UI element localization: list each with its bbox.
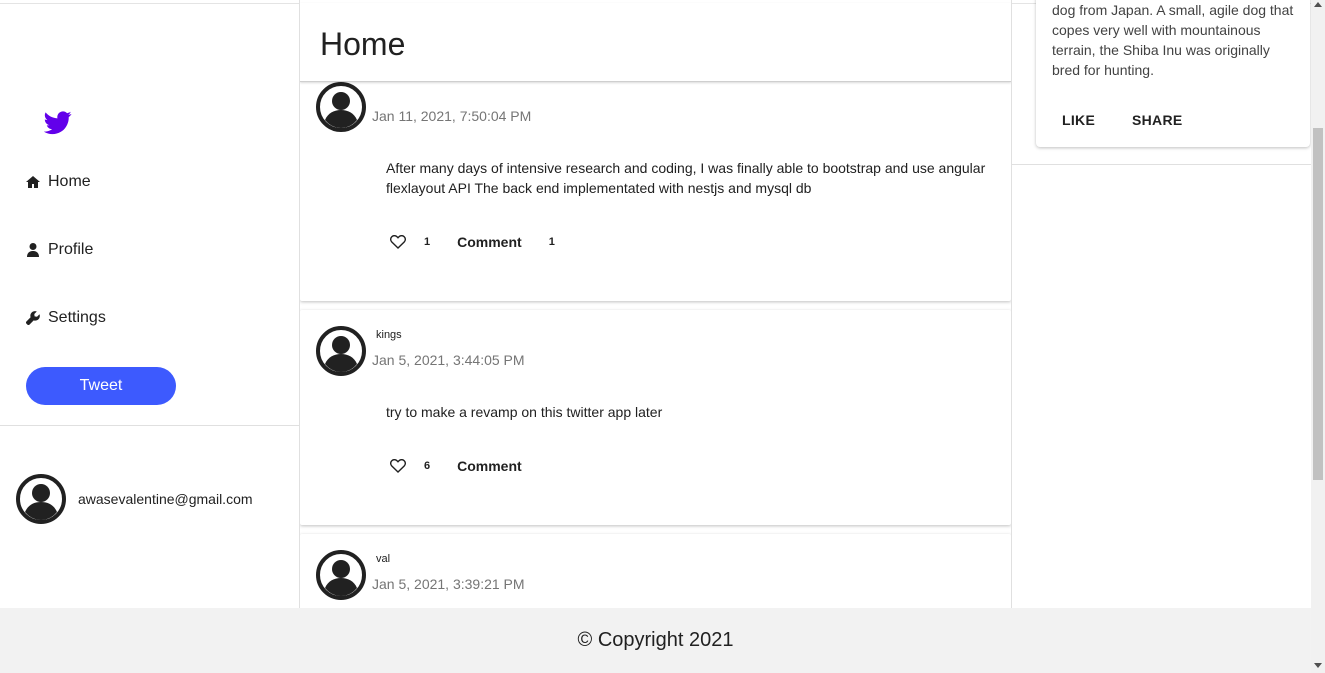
heart-icon[interactable] (390, 235, 406, 249)
right-panel: dog from Japan. A small, agile dog that … (1012, 0, 1311, 608)
nav-profile-label: Profile (48, 241, 94, 258)
scroll-down-arrow-icon[interactable] (1314, 663, 1322, 668)
wrench-icon (26, 311, 40, 325)
nav-home-label: Home (48, 173, 91, 190)
sidebar: Home Profile Settings Tweet awasevalenti… (0, 0, 299, 608)
avatar-icon (16, 474, 66, 524)
post-card: kings Jan 5, 2021, 3:44:05 PM try to mak… (300, 310, 1011, 525)
scroll-up-arrow-icon[interactable] (1314, 2, 1322, 7)
post-date: Jan 11, 2021, 7:50:04 PM (372, 108, 532, 124)
share-button[interactable]: SHARE (1132, 112, 1183, 128)
twitter-logo-icon[interactable] (44, 111, 72, 135)
nav-profile[interactable]: Profile (26, 241, 93, 259)
news-card-text: dog from Japan. A small, agile dog that … (1052, 2, 1294, 78)
post-username[interactable]: kings (376, 329, 402, 341)
page-title: Home (320, 26, 406, 62)
avatar-icon[interactable] (316, 550, 366, 600)
post-body: After many days of intensive research an… (386, 160, 986, 196)
heart-icon[interactable] (390, 459, 406, 473)
footer: © Copyright 2021 (0, 608, 1311, 673)
post-body: try to make a revamp on this twitter app… (386, 404, 663, 420)
like-count: 6 (424, 460, 431, 472)
right-divider (1012, 164, 1311, 165)
post-username[interactable]: val (376, 553, 390, 565)
comment-button[interactable]: Comment (457, 234, 522, 250)
post-card: val Jan 5, 2021, 3:39:21 PM (300, 534, 1011, 608)
current-user[interactable]: awasevalentine@gmail.com (16, 474, 253, 524)
user-email: awasevalentine@gmail.com (78, 491, 253, 507)
comment-count: 1 (548, 236, 555, 248)
post-actions: 6 Comment (390, 458, 522, 474)
avatar-icon[interactable] (316, 326, 366, 376)
news-card: dog from Japan. A small, agile dog that … (1036, 0, 1310, 147)
nav-settings-label: Settings (48, 309, 106, 326)
post-card: Jan 11, 2021, 7:50:04 PM After many days… (300, 60, 1011, 301)
like-button[interactable]: LIKE (1062, 112, 1095, 128)
tweet-button[interactable]: Tweet (26, 367, 176, 405)
main-feed: Home Jan 11, 2021, 7:50:04 PM After many… (299, 0, 1012, 608)
copyright-text: © Copyright 2021 (577, 629, 734, 651)
nav-home[interactable]: Home (26, 173, 91, 191)
like-count: 1 (424, 236, 431, 248)
sidebar-divider (0, 425, 299, 426)
avatar-icon[interactable] (316, 82, 366, 132)
scrollbar-thumb[interactable] (1313, 128, 1323, 480)
feed-header: Home (300, 3, 1011, 82)
post-date: Jan 5, 2021, 3:39:21 PM (372, 576, 525, 592)
comment-button[interactable]: Comment (457, 458, 522, 474)
post-date: Jan 5, 2021, 3:44:05 PM (372, 352, 525, 368)
post-actions: 1 Comment 1 (390, 234, 555, 250)
scrollbar[interactable] (1311, 0, 1325, 673)
user-icon (26, 243, 40, 257)
home-icon (26, 175, 40, 189)
nav-settings[interactable]: Settings (26, 309, 106, 327)
